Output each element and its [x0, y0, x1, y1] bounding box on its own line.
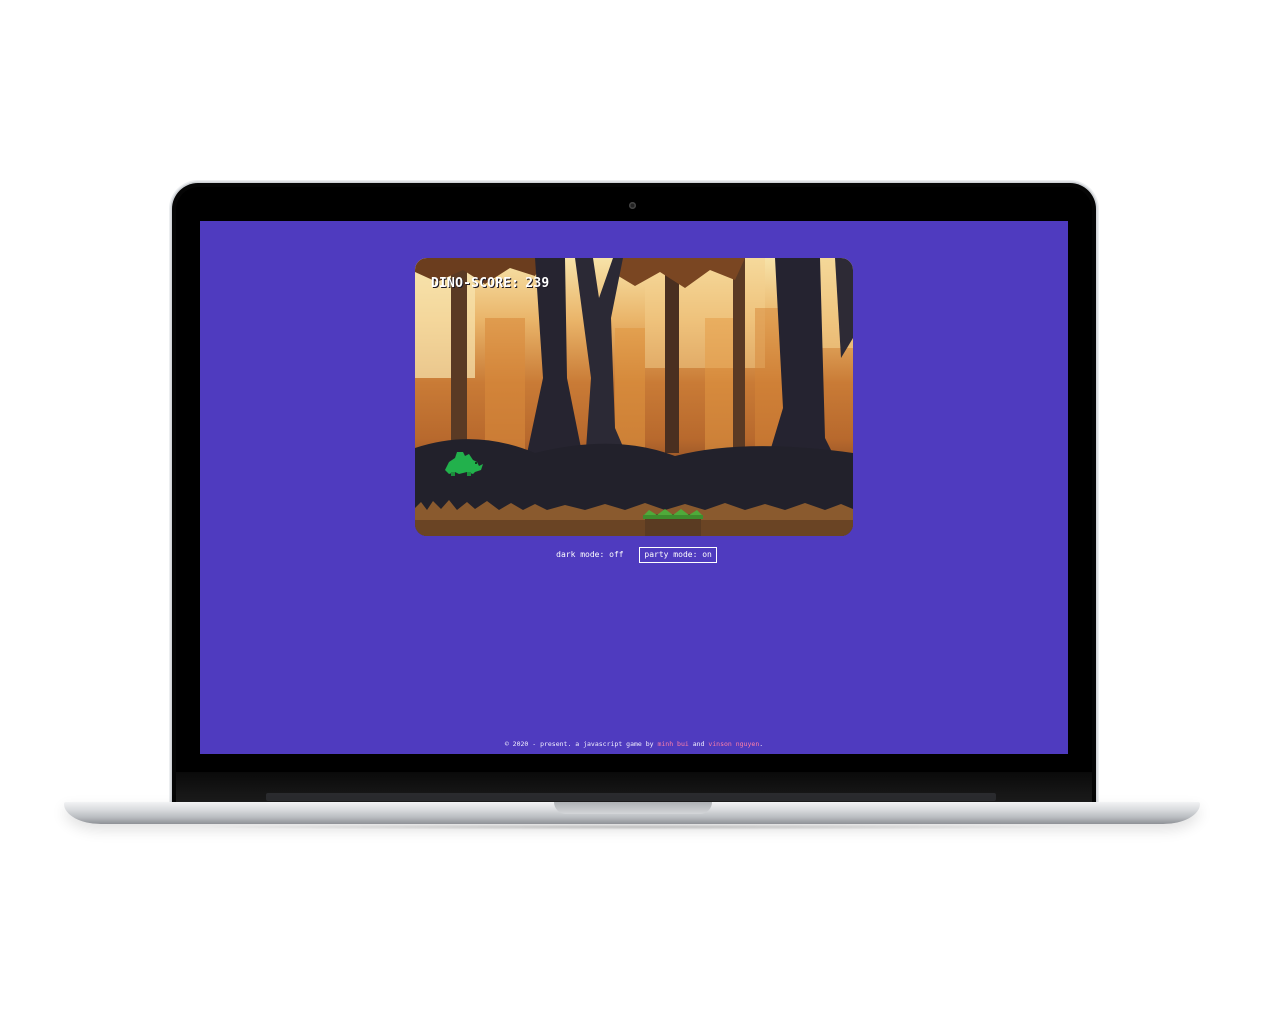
laptop-shadow [190, 824, 1090, 830]
laptop-hinge [266, 793, 996, 801]
author-link-vinson[interactable]: vinson nguyen [708, 740, 759, 748]
laptop-screen: DINO-SCORE: 239 dark mode: off party mode… [200, 221, 1068, 754]
party-mode-toggle[interactable]: party mode: on [639, 547, 717, 563]
score-label: DINO-SCORE: [431, 276, 520, 291]
score-display: DINO-SCORE: 239 [431, 276, 549, 291]
footer-prefix: © 2020 - present. a javascript game by [504, 740, 658, 748]
forest-background [415, 258, 853, 536]
footer-joiner: and [688, 740, 709, 748]
dark-mode-toggle[interactable]: dark mode: off [551, 547, 628, 563]
page-footer: © 2020 - present. a javascript game by m… [200, 740, 1068, 748]
game-canvas[interactable]: DINO-SCORE: 239 [415, 258, 853, 536]
settings-toggles: dark mode: off party mode: on [200, 547, 1068, 563]
score-value: 239 [525, 276, 550, 291]
laptop-opening-notch [554, 802, 712, 814]
camera-icon [629, 202, 636, 209]
author-link-minh[interactable]: minh bui [657, 740, 688, 748]
footer-suffix: . [759, 740, 764, 748]
mockup-stage: DINO-SCORE: 239 dark mode: off party mode… [0, 0, 1280, 1024]
